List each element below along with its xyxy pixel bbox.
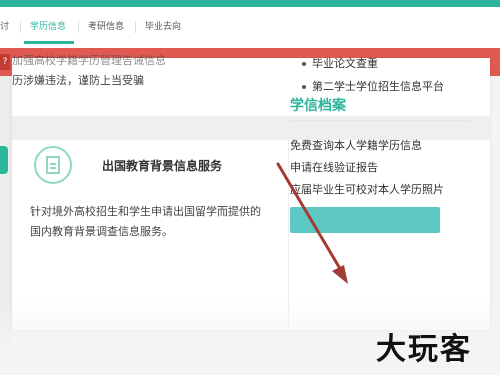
link-free-query[interactable]: 免费查询本人学籍学历信息: [290, 135, 478, 157]
link-online-verify[interactable]: 申请在线验证报告: [290, 157, 478, 179]
alert-badge: ?: [0, 54, 10, 70]
notice-line-cut[interactable]: 加强高校学籍学历管理告诫信息: [12, 52, 166, 68]
login-register-button[interactable]: [290, 207, 440, 233]
top-navigation: 讨 学历信息 考研信息 毕业去向: [0, 0, 500, 48]
watermark-logo: 大玩客: [376, 332, 472, 367]
document-shape: [46, 156, 60, 174]
heading-rule: [290, 120, 470, 121]
notice-area: 加强高校学籍学历管理告诫信息 历涉嫌违法，谨防上当受骗: [12, 54, 292, 118]
nav-separator: [20, 21, 21, 33]
bullet-icon: [302, 62, 306, 66]
link-label: 毕业论文查重: [312, 57, 378, 70]
link-photo-check[interactable]: 应届毕业生可校对本人学历照片: [290, 179, 478, 201]
link-lunwen-chachong[interactable]: 毕业论文查重: [302, 52, 492, 75]
service-description: 针对境外高校招生和学生申请出国留学而提供的国内教育背景调查信息服务。: [30, 205, 261, 238]
xueli-dangan-panel: 学信档案 免费查询本人学籍学历信息 申请在线验证报告 应届毕业生可校对本人学历照…: [290, 92, 478, 233]
nav-separator: [135, 21, 136, 33]
panel-heading: 学信档案: [290, 98, 346, 114]
nav-tab-xueli[interactable]: 学历信息: [30, 17, 66, 37]
active-tab-indicator: [24, 41, 74, 44]
service-title[interactable]: 出国教育背景信息服务: [102, 157, 222, 174]
bullet-icon: [302, 85, 306, 89]
side-tab-marker[interactable]: [0, 146, 8, 174]
nav-separator: [78, 21, 79, 33]
nav-tab-biye[interactable]: 毕业去向: [145, 17, 181, 37]
nav-tab-kaoyan[interactable]: 考研信息: [88, 17, 124, 37]
notice-line[interactable]: 历涉嫌违法，谨防上当受骗: [12, 72, 144, 88]
nav-tab-cut[interactable]: 讨: [0, 17, 9, 37]
document-icon: [34, 146, 72, 184]
